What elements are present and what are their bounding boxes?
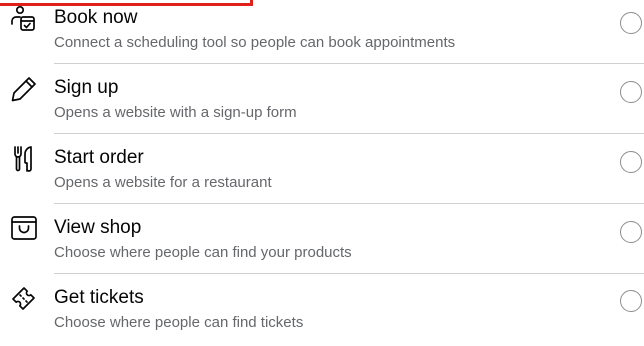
- fork-knife-icon: [6, 141, 42, 177]
- option-description: Choose where people can find your produc…: [54, 244, 352, 261]
- option-description: Opens a website with a sign-up form: [54, 104, 297, 121]
- option-radio-get-tickets[interactable]: [620, 290, 642, 312]
- option-start-order[interactable]: Start order Opens a website for a restau…: [0, 136, 644, 206]
- option-get-tickets[interactable]: Get tickets Choose where people can find…: [0, 276, 644, 346]
- option-title: Start order: [54, 147, 144, 168]
- shopping-bag-icon: [6, 210, 42, 246]
- option-title: View shop: [54, 217, 142, 238]
- option-view-shop[interactable]: View shop Choose where people can find y…: [0, 206, 644, 276]
- option-radio-sign-up[interactable]: [620, 81, 642, 103]
- option-sign-up[interactable]: Sign up Opens a website with a sign-up f…: [0, 66, 644, 136]
- option-description: Choose where people can find tickets: [54, 314, 304, 331]
- pencil-icon: [6, 71, 42, 107]
- divider: [54, 273, 644, 274]
- divider: [54, 63, 644, 64]
- option-description: Opens a website for a restaurant: [54, 174, 272, 191]
- option-radio-book-now[interactable]: [620, 12, 642, 34]
- ticket-icon: [6, 281, 42, 317]
- option-description: Connect a scheduling tool so people can …: [54, 34, 456, 51]
- option-radio-start-order[interactable]: [620, 151, 642, 173]
- action-button-options-list: Book now Connect a scheduling tool so pe…: [0, 0, 644, 331]
- calendar-person-icon: [6, 1, 42, 37]
- divider: [54, 203, 644, 204]
- option-title: Book now: [54, 7, 138, 28]
- option-title: Sign up: [54, 77, 119, 98]
- option-book-now[interactable]: Book now Connect a scheduling tool so pe…: [0, 0, 644, 66]
- option-radio-view-shop[interactable]: [620, 221, 642, 243]
- option-title: Get tickets: [54, 287, 144, 308]
- divider: [54, 133, 644, 134]
